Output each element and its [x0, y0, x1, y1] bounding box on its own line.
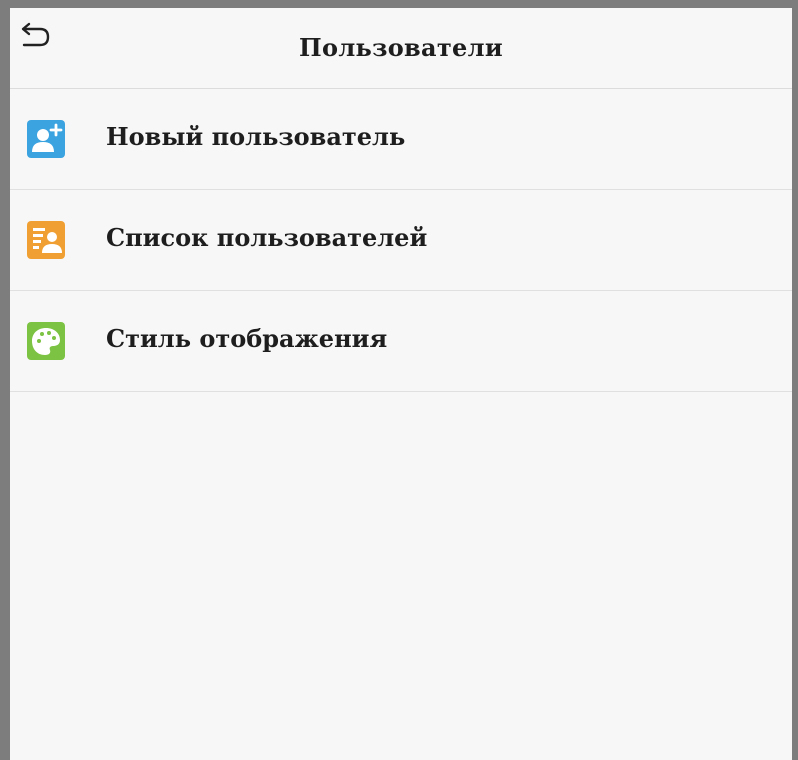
menu-item-user-list[interactable]: Список пользователей [10, 190, 792, 291]
page-title: Пользователи [299, 33, 503, 62]
menu-item-label: Стиль отображения [106, 324, 388, 353]
menu-item-label: Список пользователей [106, 223, 428, 252]
users-screen: Пользователи Новый пользователь Список п… [10, 8, 792, 760]
header: Пользователи [10, 8, 792, 89]
menu-item-label: Новый пользователь [106, 122, 406, 151]
user-list-icon [27, 221, 65, 259]
add-user-icon [27, 120, 65, 158]
menu-item-new-user[interactable]: Новый пользователь [10, 89, 792, 190]
menu-item-display-style[interactable]: Стиль отображения [10, 291, 792, 392]
palette-icon [27, 322, 65, 360]
